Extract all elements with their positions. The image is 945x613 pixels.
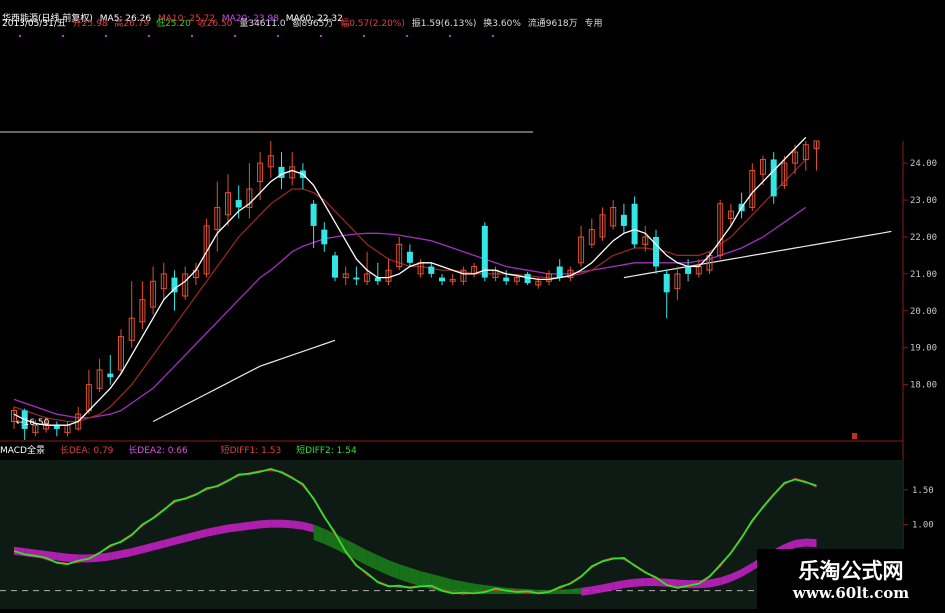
signal-dot — [448, 34, 452, 38]
signal-dot — [190, 34, 194, 38]
stock-chart-window: 24.00 23.00 22.00 21.00 20.00 19.00 18.00 1.50 1… — [0, 0, 945, 609]
macd-histogram-segment — [270, 519, 282, 528]
candle-body-down — [770, 159, 777, 197]
bar-date: 2013/05/31/五 — [2, 19, 66, 29]
macd-histogram-segment — [634, 578, 646, 587]
candle-body-down — [321, 229, 328, 245]
signal-dot — [233, 34, 237, 38]
macd-histogram-segment — [56, 552, 68, 562]
candle-body-down — [310, 203, 317, 226]
ma5-line — [13, 136, 807, 426]
ma60-line-right — [623, 230, 892, 279]
signal-dot — [319, 34, 323, 38]
price-tick-label: 23.00 — [910, 196, 937, 206]
macd-histogram-segment — [645, 578, 656, 587]
macd-histogram-segment — [623, 578, 635, 589]
macd-histogram-segment — [795, 538, 806, 548]
candle-body-down — [631, 203, 638, 245]
macd-histogram-segment — [452, 579, 464, 595]
macd-histogram-segment — [581, 586, 592, 596]
bar-open: 开25.98 — [72, 19, 108, 29]
macd-histogram-segment — [260, 519, 271, 529]
macd-histogram-segment — [805, 538, 817, 548]
short-diff2-label: 短DIFF2: 1.54 — [296, 446, 357, 456]
signal-dot — [405, 34, 409, 38]
bar-close: 收26.50 — [197, 19, 233, 29]
quote-bar: 2013/05/31/五 开25.98 高26.79 低25.20 收26.50… — [2, 18, 607, 30]
macd-histogram-segment — [249, 520, 261, 530]
price-tick-label: 18.00 — [910, 381, 937, 391]
candle-body-down — [107, 373, 114, 378]
candle-body-down — [439, 277, 445, 282]
candle-body-down — [556, 266, 563, 278]
macd-name: MACD全景 — [0, 446, 45, 456]
price-tick-label: 20.00 — [910, 307, 937, 317]
price-tick-label: 21.00 — [910, 270, 937, 280]
ma10-line — [13, 159, 807, 423]
bar-float: 流通9618万 — [527, 19, 578, 29]
macd-histogram-segment — [228, 523, 239, 533]
long-dea2-label: 长DEA2: 0.66 — [128, 446, 188, 456]
signal-marker — [852, 433, 857, 439]
bar-change: 幅0.57(2.20%) — [340, 19, 405, 29]
candle-body-down — [428, 266, 435, 274]
candle-body-down — [235, 200, 242, 208]
watermark: 乐淘公式网 www.60lt.com — [757, 549, 945, 609]
watermark-title: 乐淘公式网 — [798, 559, 904, 583]
candle-body-down — [663, 273, 670, 293]
bar-extra: 专用 — [584, 19, 603, 29]
signal-dot — [491, 34, 495, 38]
macd-histogram-segment — [292, 520, 303, 530]
candle-body-down — [503, 277, 510, 282]
candle-body-down — [353, 277, 360, 280]
ma20-line — [13, 206, 807, 419]
low-marker: ←16.50 — [16, 418, 50, 428]
bar-turnover: 换3.60% — [483, 19, 521, 29]
macd-tick-label: 1.00 — [912, 521, 934, 531]
candlestick-chart[interactable]: 24.00 23.00 22.00 21.00 20.00 19.00 18.00 1.50 1… — [0, 0, 945, 609]
bar-high: 高26.79 — [114, 19, 150, 29]
candle-body-down — [620, 214, 627, 226]
signal-dot — [61, 34, 65, 38]
signal-dot — [276, 34, 280, 38]
macd-histogram-segment — [238, 521, 250, 532]
candle-body-down — [332, 255, 338, 278]
macd-histogram-segment — [559, 589, 571, 595]
long-dea-label: 长DEA: 0.79 — [59, 446, 114, 456]
macd-histogram-segment — [99, 552, 111, 562]
price-tick-label: 22.00 — [910, 233, 937, 243]
signal-dot — [147, 34, 151, 38]
watermark-url: www.60lt.com — [792, 584, 910, 602]
signal-dot — [104, 34, 108, 38]
macd-header: MACD全景 长DEA: 0.79 长DEA2: 0.66 短DIFF1: 1.… — [0, 444, 357, 458]
candle-body-down — [406, 251, 413, 263]
bar-low: 低25.20 — [156, 19, 191, 29]
bar-amplitude: 振1.59(6.13%) — [411, 19, 477, 29]
signal-dot — [362, 34, 366, 38]
bar-amount: 额8965万 — [292, 19, 334, 29]
price-tick-label: 24.00 — [910, 159, 937, 169]
candle-body-down — [685, 266, 692, 274]
macd-tick-label: 1.50 — [912, 486, 934, 496]
ma60-line-left — [152, 339, 336, 423]
macd-histogram-segment — [281, 519, 293, 529]
bar-volume: 量34611.0 — [239, 19, 286, 29]
price-tick-label: 19.00 — [910, 344, 937, 354]
signal-dot — [18, 34, 22, 38]
short-diff1-label: 短DIFF1: 1.53 — [220, 446, 282, 456]
